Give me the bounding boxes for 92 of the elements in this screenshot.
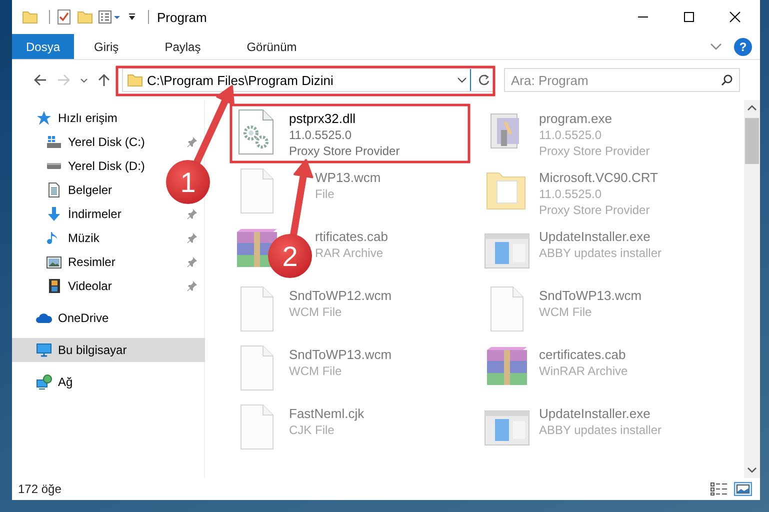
file-detail: CJK File <box>289 423 336 437</box>
film-icon <box>46 278 62 294</box>
help-button[interactable]: ? <box>734 38 752 56</box>
drive-icon <box>47 163 61 169</box>
ribbon-tab[interactable]: Dosya <box>12 34 74 59</box>
file-name: SndToWP13.wcm <box>539 288 642 303</box>
file-name: Microsoft.VC90.CRT <box>539 170 658 185</box>
document-icon <box>46 182 62 198</box>
file-detail: 11.0.5525.0 <box>539 187 603 201</box>
sidebar-item[interactable]: Müzik <box>12 226 205 250</box>
up-icon <box>97 73 111 87</box>
checklist-icon[interactable] <box>56 9 72 25</box>
file-detail: WCM File <box>289 305 343 319</box>
scroll-down-icon[interactable] <box>747 467 757 473</box>
maximize-icon <box>682 11 694 23</box>
item-count: 172 öğe <box>18 482 62 496</box>
sidebar-item[interactable]: Yerel Disk (C:) <box>12 130 205 154</box>
file-tile[interactable]: SndToWP13.wcm WCM File <box>229 341 465 397</box>
file-name: certificates.cab <box>539 347 627 362</box>
sidebar-item[interactable]: Ağ <box>12 370 205 394</box>
address-path: C:\Program Files\Program Dizini <box>147 72 334 88</box>
file-detail: WCM File <box>289 364 343 378</box>
scroll-up-icon[interactable] <box>747 105 757 111</box>
monitor-icon <box>36 342 52 358</box>
sidebar-item[interactable]: Belgeler <box>12 178 116 202</box>
file-detail: 11.0.5525.0 <box>539 128 603 142</box>
pin-icon[interactable] <box>187 281 197 291</box>
folder-icon <box>127 72 143 88</box>
file-tile[interactable]: Microsoft.VC90.CRT 11.0.5525.0 Proxy Store Provider <box>479 164 715 220</box>
sidebar-item[interactable]: Videolar <box>12 274 205 298</box>
picture-icon <box>46 254 62 270</box>
file-detail: Proxy Store Provider <box>539 144 650 158</box>
properties-icon[interactable] <box>98 9 122 25</box>
file-detail: RAR Archive <box>315 246 384 260</box>
file-name: WP13.wcm <box>315 170 381 185</box>
star-icon <box>36 110 52 126</box>
file-tile[interactable]: SndToWP13.wcm WCM File <box>479 282 715 338</box>
search-field[interactable]: Ara: Program <box>504 68 740 92</box>
download-arrow-icon <box>46 206 62 222</box>
file-name: pstprx32.dll <box>289 111 356 126</box>
tiles-view-icon[interactable] <box>734 482 752 496</box>
chevron-down-icon[interactable] <box>710 42 722 50</box>
sidebar-item[interactable]: İndirmeler <box>12 202 205 226</box>
pin-icon[interactable] <box>187 257 197 267</box>
forward-icon <box>57 73 71 87</box>
details-view-icon[interactable] <box>710 482 728 496</box>
file-detail: WCM File <box>539 305 593 319</box>
pin-icon[interactable] <box>187 209 197 219</box>
file-tile[interactable]: SndToWP12.wcm WCM File <box>229 282 465 338</box>
pin-icon[interactable] <box>187 233 197 243</box>
search-icon <box>721 74 733 86</box>
file-name: UpdateInstaller.exe <box>539 406 652 421</box>
refresh-icon <box>478 74 490 86</box>
file-tile[interactable]: FastNeml.cjk CJK File <box>229 400 465 456</box>
file-detail: Proxy Store Provider <box>539 203 651 217</box>
step-badge: 2 <box>268 234 312 278</box>
back-icon <box>33 73 47 87</box>
network-icon <box>36 374 52 390</box>
step-badge: 1 <box>166 160 210 204</box>
ribbon-tab[interactable]: Giriş <box>78 34 135 59</box>
sidebar-item[interactable]: Yerel Disk (D:) <box>12 154 149 178</box>
file-tile[interactable]: program.exe 11.0.5525.0 Proxy Store Provider <box>479 105 715 161</box>
file-detail: 11.0.5525.0 <box>289 128 353 142</box>
file-detail: ABBY updates installer <box>539 246 662 260</box>
file-name: SndToWP13.wcm <box>289 347 392 362</box>
sidebar-item[interactable]: Resimler <box>12 250 205 274</box>
file-tile[interactable]: pstprx32.dll 11.0.5525.0 Proxy Store Provider <box>229 105 465 161</box>
sidebar-item[interactable]: Bu bilgisayar <box>12 338 205 362</box>
ribbon-tab[interactable]: Paylaş <box>148 34 217 59</box>
file-tile[interactable]: certificates.cab WinRAR Archive <box>479 341 715 397</box>
file-detail: File <box>315 187 336 201</box>
window-title: Program <box>157 10 207 24</box>
sidebar-item[interactable]: Hızlı erişim <box>12 106 205 130</box>
file-detail: ABBY updates installer <box>539 423 662 437</box>
drive-icon <box>46 134 62 150</box>
ribbon-tab[interactable]: Görünüm <box>230 34 313 59</box>
scrollbar-thumb[interactable] <box>745 118 759 164</box>
file-name: program.exe <box>539 111 613 126</box>
file-detail: WinRAR Archive <box>539 364 628 378</box>
file-name: rtificates.cab <box>315 229 388 244</box>
file-tile[interactable]: UpdateInstaller.exe ABBY updates installer <box>479 223 715 279</box>
file-tile[interactable]: WP13.wcm File <box>229 164 465 220</box>
close-icon <box>728 11 740 23</box>
file-name: SndToWP12.wcm <box>289 288 392 303</box>
file-name: FastNeml.cjk <box>289 406 364 421</box>
address-field[interactable]: C:\Program Files\Program Dizini <box>122 68 494 92</box>
pin-icon[interactable] <box>187 137 197 147</box>
chevron-down-icon <box>457 77 467 83</box>
file-tile[interactable]: UpdateInstaller.exe ABBY updates installer <box>479 400 715 456</box>
sidebar-item[interactable]: OneDrive <box>12 306 205 330</box>
file-detail: Proxy Store Provider <box>289 144 400 158</box>
file-name: UpdateInstaller.exe <box>539 229 652 244</box>
